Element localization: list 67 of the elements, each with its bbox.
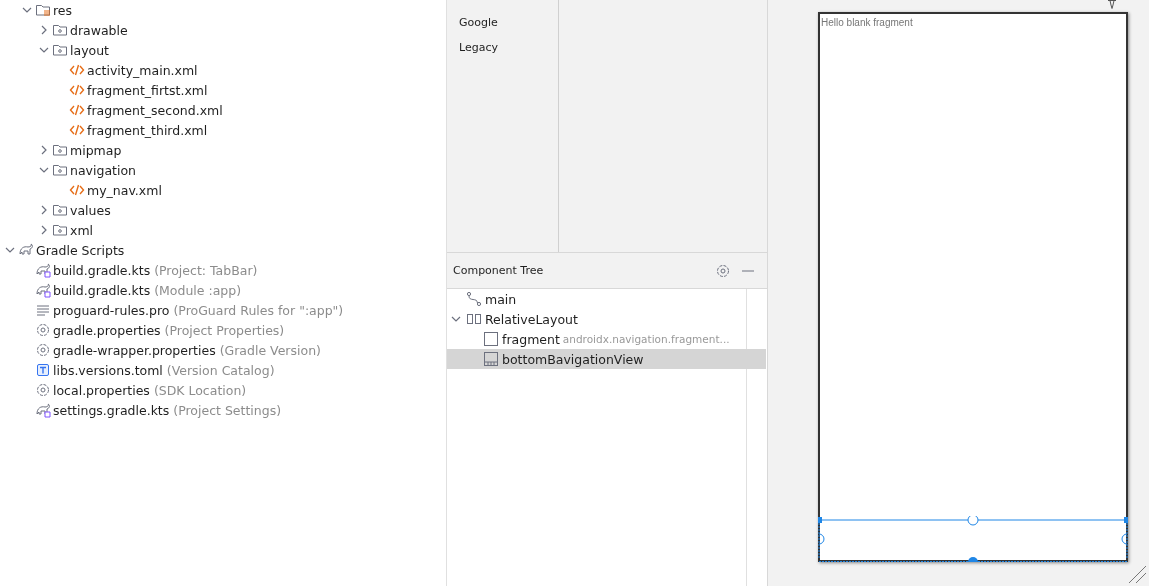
- component-row[interactable]: bottomBavigationView: [447, 349, 766, 369]
- tree-item[interactable]: drawable: [70, 22, 128, 38]
- chevron-icon[interactable]: [39, 225, 49, 235]
- chevron-icon[interactable]: [39, 45, 49, 55]
- tree-item[interactable]: mipmap: [70, 142, 122, 158]
- chevron-icon[interactable]: [39, 25, 49, 35]
- tree-item[interactable]: layout: [70, 42, 109, 58]
- tree-item[interactable]: values: [70, 202, 111, 218]
- tree-item[interactable]: xml: [70, 222, 94, 238]
- code-icon: [69, 122, 85, 138]
- tree-item[interactable]: navigation: [70, 162, 136, 178]
- fragment-text: Hello blank fragment: [821, 17, 913, 28]
- tree-item[interactable]: Gradle Scripts: [36, 242, 125, 258]
- code-icon: [69, 102, 85, 118]
- folder-icon: [52, 222, 68, 238]
- settings-icon: [35, 382, 51, 398]
- chevron-icon[interactable]: [22, 5, 32, 15]
- elephant-icon: [35, 282, 51, 298]
- chevron-icon[interactable]: [451, 314, 461, 324]
- component-row[interactable]: RelativeLayout: [447, 309, 766, 329]
- code-icon: [69, 82, 85, 98]
- tree-item[interactable]: build.gradle.kts (Module :app): [53, 282, 242, 298]
- settings-icon: [35, 342, 51, 358]
- bottom-bar-icon: [483, 351, 499, 367]
- tree-item[interactable]: libs.versions.toml (Version Catalog): [53, 362, 275, 378]
- resize-grip-icon[interactable]: [1127, 564, 1147, 584]
- palette-category[interactable]: Legacy: [447, 35, 558, 60]
- tree-item[interactable]: my_nav.xml: [87, 182, 162, 198]
- component-row[interactable]: main: [447, 289, 766, 309]
- elephant-icon: [35, 402, 51, 418]
- settings-icon[interactable]: [715, 262, 731, 279]
- tree-item[interactable]: fragment_second.xml: [87, 102, 223, 118]
- folder-icon: [52, 162, 68, 178]
- tree-item[interactable]: build.gradle.kts (Project: TabBar): [53, 262, 258, 278]
- palette-category[interactable]: Google: [447, 10, 558, 35]
- folder-icon: [52, 22, 68, 38]
- elephant-icon: [18, 242, 34, 258]
- tree-item[interactable]: res: [53, 2, 73, 18]
- code-icon: [69, 182, 85, 198]
- tree-item[interactable]: settings.gradle.kts (Project Settings): [53, 402, 282, 418]
- tree-item[interactable]: activity_main.xml: [87, 62, 198, 78]
- tree-item[interactable]: proguard-rules.pro (ProGuard Rules for ":app"): [53, 302, 344, 318]
- graph-icon: [466, 291, 482, 307]
- chevron-icon[interactable]: [39, 145, 49, 155]
- settings-icon: [35, 322, 51, 338]
- code-icon: [69, 62, 85, 78]
- elephant-icon: [35, 262, 51, 278]
- tree-item[interactable]: fragment_third.xml: [87, 122, 208, 138]
- layout-icon: [466, 311, 482, 327]
- square-icon: [483, 331, 499, 347]
- folder-icon: [52, 142, 68, 158]
- component-row[interactable]: fragment androidx.navigation.fragment...: [447, 329, 766, 349]
- panel-title: Component Tree: [453, 264, 545, 277]
- folder-icon: [52, 42, 68, 58]
- tree-item[interactable]: gradle.properties (Project Properties): [53, 322, 285, 338]
- text-lines-icon: [35, 302, 51, 318]
- chevron-icon[interactable]: [5, 245, 15, 255]
- pin-icon: [1107, 0, 1117, 9]
- chevron-icon[interactable]: [39, 205, 49, 215]
- resource-folder-icon: [35, 2, 51, 18]
- chevron-icon[interactable]: [39, 165, 49, 175]
- constraint-handles-drawing[interactable]: [818, 516, 1128, 562]
- folder-icon: [52, 202, 68, 218]
- tree-item[interactable]: fragment_firtst.xml: [87, 82, 208, 98]
- tree-item[interactable]: local.properties (SDK Location): [53, 382, 247, 398]
- tree-item[interactable]: gradle-wrapper.properties (Gradle Version): [53, 342, 321, 358]
- text-file-icon: [35, 362, 51, 378]
